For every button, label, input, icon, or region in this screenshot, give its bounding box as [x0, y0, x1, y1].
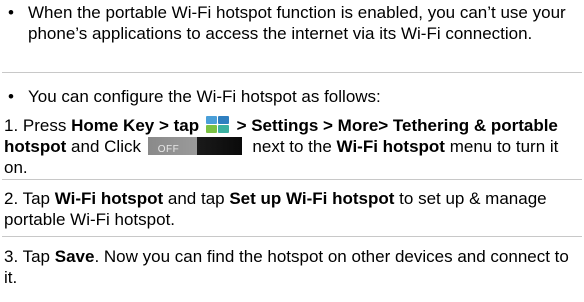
- wifi-hotspot-label: Wi-Fi hotspot: [54, 189, 164, 208]
- divider: [2, 236, 582, 237]
- bullet-text: When the portable Wi-Fi hotspot function…: [28, 3, 566, 43]
- home-key-label: Home Key: [71, 116, 155, 135]
- setup-wifi-hotspot-label: Set up Wi-Fi hotspot: [229, 189, 395, 208]
- bullet-dot: •: [8, 3, 14, 22]
- step-3: 3. Tap Save. Now you can find the hotspo…: [4, 246, 582, 288]
- bullet-item-configure: • You can configure the Wi-Fi hotspot as…: [8, 86, 580, 107]
- home-screen-icon: [205, 116, 230, 134]
- step-2-and-tap: and tap: [163, 189, 230, 208]
- step-1-next-to: next to the: [247, 137, 337, 156]
- toggle-switch-icon: OFF: [147, 137, 242, 155]
- step-2: 2. Tap Wi-Fi hotspot and tap Set up Wi-F…: [4, 188, 582, 230]
- divider: [2, 179, 582, 180]
- step-2-prefix: 2. Tap: [4, 189, 55, 208]
- step-1-click: and Click: [66, 137, 146, 156]
- save-label: Save: [54, 247, 95, 266]
- step-1: 1. Press Home Key > tap > Settings > Mor…: [4, 115, 582, 178]
- bullet-text: You can configure the Wi-Fi hotspot as f…: [28, 87, 381, 106]
- bullet-dot: •: [8, 87, 14, 106]
- bullet-item-hotspot-note: • When the portable Wi-Fi hotspot functi…: [8, 2, 580, 44]
- step-1-prefix: 1. Press: [4, 116, 72, 135]
- wifi-hotspot-label: Wi-Fi hotspot: [336, 137, 445, 156]
- divider: [2, 72, 582, 73]
- toggle-label: OFF: [157, 144, 180, 155]
- step-3-prefix: 3. Tap: [4, 247, 55, 266]
- step-1-tap: > tap: [154, 116, 204, 135]
- document-page: • When the portable Wi-Fi hotspot functi…: [0, 0, 584, 302]
